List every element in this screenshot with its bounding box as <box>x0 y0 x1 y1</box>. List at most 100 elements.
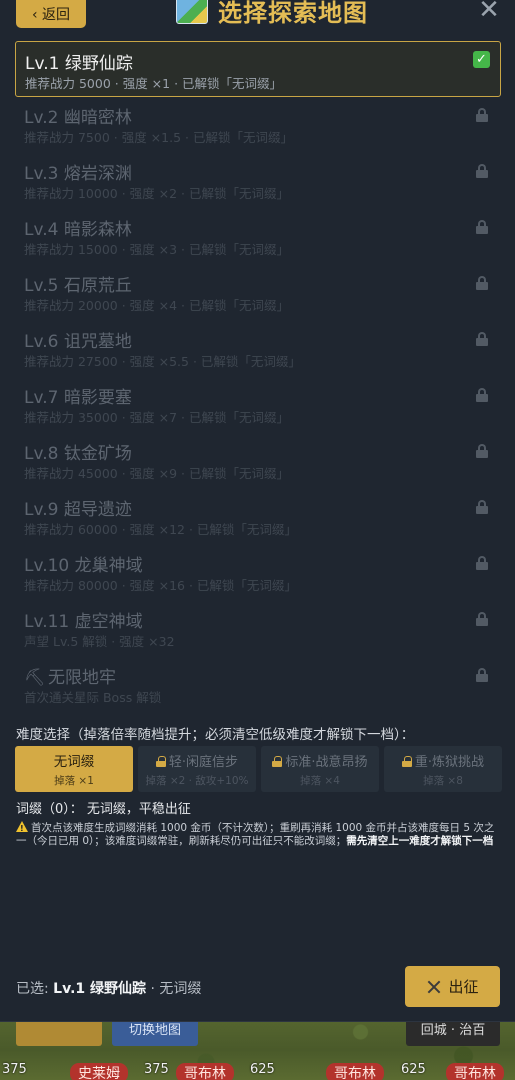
difficulty-name-text: 标准·战意昂扬 <box>285 754 368 770</box>
difficulty-option[interactable]: 无词缀掉落 ×1 <box>15 746 133 792</box>
map-name-text: Lv.6 诅咒墓地 <box>24 332 132 352</box>
selected-affix: · 无词缀 <box>146 981 202 997</box>
map-item[interactable]: Lv.8 钛金矿场推荐战力 45000 · 强度 ×9 · 已解锁「无词缀」 <box>15 433 501 489</box>
affix-status: 词缀（0）： 无词缀，平稳出征 <box>16 802 191 817</box>
pickaxe-icon: ⛏ <box>24 668 46 688</box>
map-item[interactable]: Lv.1 绿野仙踪推荐战力 5000 · 强度 ×1 · 已解锁「无词缀」 ✓ <box>15 41 501 97</box>
difficulty-name: 轻·闲庭信步 <box>155 751 238 770</box>
lock-icon <box>476 500 488 514</box>
map-name-text: Lv.7 暗影要塞 <box>24 388 132 408</box>
title-wrap: 选择探索地图 <box>176 0 368 27</box>
map-name-text: 无限地牢 <box>48 668 116 688</box>
lock-icon <box>155 755 166 767</box>
map-name-text: Lv.8 钛金矿场 <box>24 444 132 464</box>
map-requirement: 推荐战力 7500 · 强度 ×1.5 · 已解锁「无词缀」 <box>24 130 293 145</box>
bg-enemy-tag: 哥布林 <box>446 1063 504 1080</box>
note-emphasis: 需先清空上一难度才解锁下一档 <box>346 835 494 847</box>
map-requirement: 推荐战力 27500 · 强度 ×5.5 · 已解锁「无词缀」 <box>24 354 301 369</box>
difficulty-options: 无词缀 掉落 ×1 轻·闲庭信步 掉落 ×2 · 敌攻+10% 标准·战意昂扬 掉落 ×4… <box>15 746 502 792</box>
map-list: Lv.1 绿野仙踪 推荐战力 5000 · 强度 ×1 · 已解锁「无词缀」 ✓ Lv… <box>15 41 501 713</box>
map-name: Lv.5 石原荒丘 <box>24 271 132 296</box>
lock-icon <box>476 108 488 122</box>
map-item[interactable]: Lv.5 石原荒丘推荐战力 20000 · 强度 ×4 · 已解锁「无词缀」 <box>15 265 501 321</box>
map-requirement: 声望 Lv.5 解锁 · 强度 ×32 <box>24 634 175 649</box>
map-requirement: 推荐战力 45000 · 强度 ×9 · 已解锁「无词缀」 <box>24 466 289 481</box>
map-name-text: Lv.10 龙巢神域 <box>24 556 143 576</box>
map-requirement: 推荐战力 20000 · 强度 ×4 · 已解锁「无词缀」 <box>24 298 289 313</box>
map-item[interactable]: Lv.7 暗影要塞推荐战力 35000 · 强度 ×7 · 已解锁「无词缀」 <box>15 377 501 433</box>
lock-icon <box>401 755 412 767</box>
map-requirement: 推荐战力 80000 · 强度 ×16 · 已解锁「无词缀」 <box>24 578 297 593</box>
map-item[interactable]: Lv.11 虚空神域声望 Lv.5 解锁 · 强度 ×32 <box>15 601 501 657</box>
bg-hp-label: 625 <box>250 1062 275 1077</box>
map-item[interactable]: Lv.2 幽暗密林推荐战力 7500 · 强度 ×1.5 · 已解锁「无词缀」 <box>15 97 501 153</box>
difficulty-name-text: 重·炼狱挑战 <box>414 754 485 770</box>
map-name-text: Lv.3 熔岩深渊 <box>24 164 132 184</box>
map-item[interactable]: ⛏ 无限地牢首次通关星际 Boss 解锁 <box>15 657 501 713</box>
difficulty-option[interactable]: 标准·战意昂扬掉落 ×4 <box>261 746 379 792</box>
difficulty-name: 标准·战意昂扬 <box>272 751 368 770</box>
difficulty-name-text: 无词缀 <box>53 754 95 770</box>
map-requirement: 推荐战力 35000 · 强度 ×7 · 已解锁「无词缀」 <box>24 410 289 425</box>
bg-enemy-tag: 哥布林 <box>326 1063 384 1080</box>
map-name-text: Lv.4 暗影森林 <box>24 220 132 240</box>
map-name: Lv.3 熔岩深渊 <box>24 159 132 184</box>
selected-prefix: 已选: <box>16 981 54 997</box>
depart-button[interactable]: 出征 <box>405 966 500 1007</box>
map-name: Lv.6 诅咒墓地 <box>24 327 132 352</box>
depart-label: 出征 <box>448 978 479 996</box>
map-name: Lv.7 暗影要塞 <box>24 383 132 408</box>
bg-enemy-tag: 哥布林 <box>176 1063 234 1080</box>
difficulty-note: 首次点该难度生成词缀消耗 1000 金币（不计次数）；重刷再消耗 1000 金币… <box>16 821 502 848</box>
map-name: Lv.9 超导遗迹 <box>24 495 132 520</box>
back-button[interactable]: ‹ 返回 <box>16 0 86 28</box>
map-name: ⛏ 无限地牢 <box>24 663 116 688</box>
bg-enemy-tag: 史莱姆 <box>70 1063 128 1080</box>
map-requirement: 推荐战力 15000 · 强度 ×3 · 已解锁「无词缀」 <box>24 242 289 257</box>
lock-icon <box>476 220 488 234</box>
map-requirement: 推荐战力 5000 · 强度 ×1 · 已解锁「无词缀」 <box>25 76 283 91</box>
map-name: Lv.1 绿野仙踪 <box>25 49 133 74</box>
lock-icon <box>272 755 283 767</box>
difficulty-drop-rate: 掉落 ×4 <box>300 774 340 787</box>
lock-icon <box>476 332 488 346</box>
lock-icon <box>476 556 488 570</box>
lock-icon <box>476 612 488 626</box>
difficulty-option[interactable]: 轻·闲庭信步掉落 ×2 · 敌攻+10% <box>138 746 256 792</box>
map-select-panel: ‹ 返回 选择探索地图 ✕ Lv.1 绿野仙踪推荐战力 5000 · 强度 ×1… <box>0 0 515 1022</box>
map-name-text: Lv.9 超导遗迹 <box>24 500 132 520</box>
map-name: Lv.8 钛金矿场 <box>24 439 132 464</box>
lock-icon <box>476 164 488 178</box>
difficulty-drop-rate: 掉落 ×8 <box>423 774 463 787</box>
map-name: Lv.11 虚空神域 <box>24 607 143 632</box>
map-name: Lv.2 幽暗密林 <box>24 103 132 128</box>
difficulty-drop-rate: 掉落 ×1 <box>54 775 94 787</box>
crossed-swords-icon <box>426 979 442 995</box>
bg-hp-label: 375 <box>144 1062 169 1077</box>
map-item[interactable]: Lv.3 熔岩深渊推荐战力 10000 · 强度 ×2 · 已解锁「无词缀」 <box>15 153 501 209</box>
panel-header: ‹ 返回 选择探索地图 ✕ <box>0 0 515 36</box>
map-name: Lv.10 龙巢神域 <box>24 551 143 576</box>
map-requirement: 推荐战力 60000 · 强度 ×12 · 已解锁「无词缀」 <box>24 522 297 537</box>
map-item[interactable]: Lv.9 超导遗迹推荐战力 60000 · 强度 ×12 · 已解锁「无词缀」 <box>15 489 501 545</box>
checkbox-checked-icon: ✓ <box>473 51 490 68</box>
map-item[interactable]: Lv.4 暗影森林推荐战力 15000 · 强度 ×3 · 已解锁「无词缀」 <box>15 209 501 265</box>
warning-icon <box>16 821 28 835</box>
difficulty-option[interactable]: 重·炼狱挑战掉落 ×8 <box>384 746 502 792</box>
map-requirement: 首次通关星际 Boss 解锁 <box>24 690 162 705</box>
map-requirement: 推荐战力 10000 · 强度 ×2 · 已解锁「无词缀」 <box>24 186 289 201</box>
difficulty-title: 难度选择（掉落倍率随档提升；必须清空低级难度才解锁下一档）： <box>16 727 415 743</box>
selected-summary: 已选: Lv.1 绿野仙踪 · 无词缀 <box>16 978 201 998</box>
bg-hp-label: 375 <box>2 1062 27 1077</box>
map-item[interactable]: Lv.10 龙巢神域推荐战力 80000 · 强度 ×16 · 已解锁「无词缀」 <box>15 545 501 601</box>
close-icon[interactable]: ✕ <box>472 0 506 26</box>
map-name-text: Lv.5 石原荒丘 <box>24 276 132 296</box>
map-item[interactable]: Lv.6 诅咒墓地推荐战力 27500 · 强度 ×5.5 · 已解锁「无词缀」 <box>15 321 501 377</box>
page-title: 选择探索地图 <box>218 0 368 27</box>
lock-icon <box>476 276 488 290</box>
difficulty-drop-rate: 掉落 ×2 · 敌攻+10% <box>145 774 249 787</box>
map-name-text: Lv.11 虚空神域 <box>24 612 143 632</box>
map-name-text: Lv.2 幽暗密林 <box>24 108 132 128</box>
bg-hp-label: 625 <box>401 1062 426 1077</box>
difficulty-name: 重·炼狱挑战 <box>401 751 485 770</box>
